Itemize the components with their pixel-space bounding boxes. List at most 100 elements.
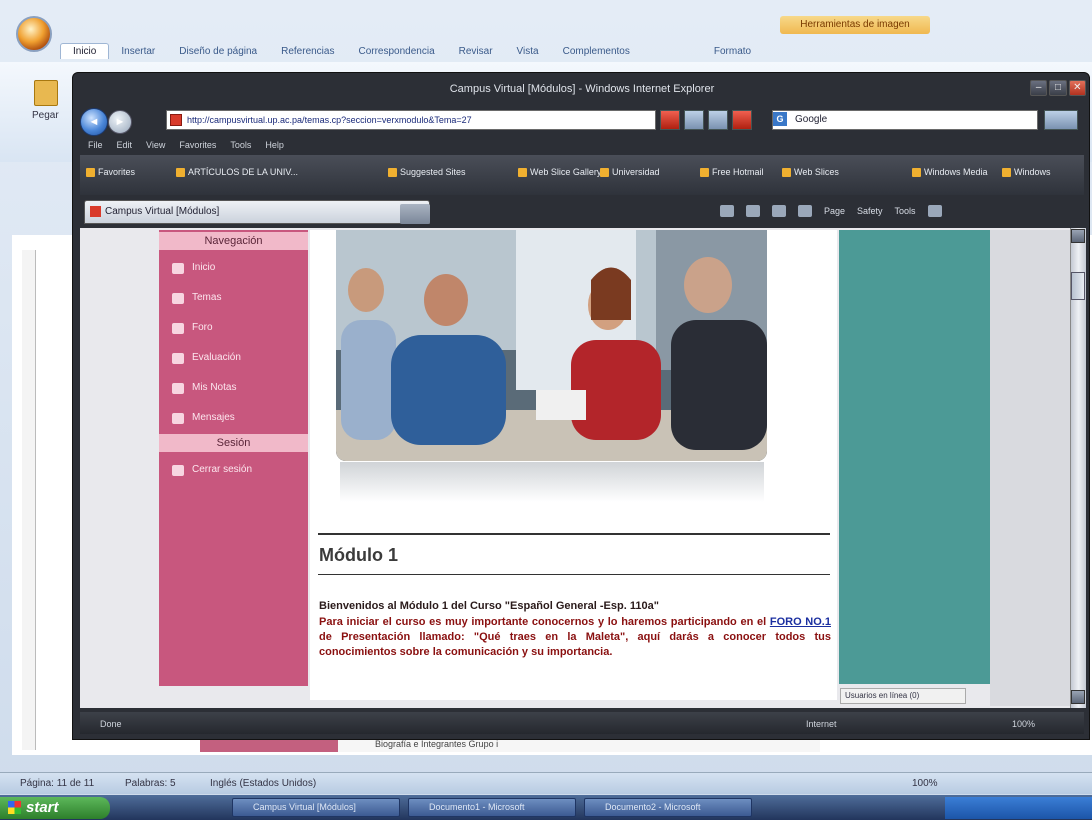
sidebar-item-notas[interactable]: Mis Notas <box>172 382 237 394</box>
sidebar-header-navegacion: Navegación <box>159 232 308 250</box>
compat-view-icon[interactable] <box>684 110 704 130</box>
ribbon-tab-complementos[interactable]: Complementos <box>551 44 642 59</box>
fav-webslice[interactable]: Web Slice Gallery <box>518 167 601 177</box>
ribbon-tab-referencias[interactable]: Referencias <box>269 44 346 59</box>
welcome-text: Bienvenidos al Módulo 1 del Curso "Españ… <box>319 600 659 612</box>
foro-link[interactable]: FORO NO.1 <box>770 616 831 628</box>
menu-view[interactable]: View <box>146 137 165 153</box>
sidebar-item-foro[interactable]: Foro <box>172 322 213 334</box>
ribbon-tab-inicio[interactable]: Inicio <box>60 43 110 59</box>
home-icon[interactable] <box>720 205 734 217</box>
new-tab-button[interactable] <box>400 204 430 224</box>
sidebar-item-label: Mis Notas <box>192 382 237 393</box>
sidebar-item-inicio[interactable]: Inicio <box>172 262 215 274</box>
taskbar-item-word2[interactable]: Documento2 - Microsoft <box>584 798 752 817</box>
vertical-scrollbar[interactable] <box>1070 228 1086 708</box>
mail-icon[interactable] <box>772 205 786 217</box>
sidebar-header-sesion: Sesión <box>159 434 308 452</box>
feeds-icon[interactable] <box>746 205 760 217</box>
sidebar-item-mensajes[interactable]: Mensajes <box>172 412 235 424</box>
print-icon[interactable] <box>798 205 812 217</box>
status-page[interactable]: Página: 11 de 11 <box>20 778 94 789</box>
sidebar-item-evaluacion[interactable]: Evaluación <box>172 352 241 364</box>
ribbon-tab-revisar[interactable]: Revisar <box>447 44 505 59</box>
paste-label[interactable]: Pegar <box>32 110 59 121</box>
cmd-tools[interactable]: Tools <box>895 206 916 216</box>
ribbon-tab-insertar[interactable]: Insertar <box>109 44 167 59</box>
security-icon[interactable] <box>660 110 680 130</box>
status-zone: Internet <box>806 719 837 729</box>
scroll-thumb[interactable] <box>1071 272 1085 300</box>
fav-favorites[interactable]: Favorites <box>86 167 135 177</box>
fav-windows[interactable]: Windows <box>1002 167 1051 177</box>
sidebar-item-label: Mensajes <box>192 412 235 423</box>
system-tray <box>945 797 1092 819</box>
sidebar-item-temas[interactable]: Temas <box>172 292 221 304</box>
command-bar: Page Safety Tools <box>720 200 1080 222</box>
sidebar-item-label: Evaluación <box>192 352 241 363</box>
sidebar-item-label: Cerrar sesión <box>192 464 253 475</box>
minimize-icon[interactable]: – <box>1030 80 1048 96</box>
ribbon-tab-formato[interactable]: Formato <box>702 44 763 59</box>
forward-arrow-icon[interactable]: ► <box>108 110 132 134</box>
taskbar-item-ie[interactable]: Campus Virtual [Módulos] <box>232 798 400 817</box>
intro-paragraph: Para iniciar el curso es muy importante … <box>319 615 831 660</box>
search-go-button[interactable] <box>1044 110 1078 130</box>
fav-hotmail[interactable]: Free Hotmail <box>700 167 764 177</box>
status-language[interactable]: Inglés (Estados Unidos) <box>210 778 316 789</box>
search-input[interactable]: Google <box>772 110 1038 130</box>
page-title: Módulo 1 <box>319 545 398 565</box>
logout-icon <box>172 465 184 476</box>
contextual-tab-label[interactable]: Herramientas de imagen <box>780 16 930 34</box>
status-text: Done <box>100 719 122 729</box>
taskbar-item-word1[interactable]: Documento1 - Microsoft <box>408 798 576 817</box>
check-icon <box>172 353 184 364</box>
windows-flag-icon <box>8 801 21 814</box>
menu-bar: File Edit View Favorites Tools Help <box>80 137 1084 153</box>
menu-favorites[interactable]: Favorites <box>179 137 216 153</box>
menu-file[interactable]: File <box>88 137 103 153</box>
ribbon-tab-diseno[interactable]: Diseño de página <box>167 44 269 59</box>
divider-bottom <box>318 574 830 575</box>
fav-webslices[interactable]: Web Slices <box>782 167 839 177</box>
close-icon[interactable]: ✕ <box>1068 80 1086 96</box>
ie-status-bar <box>80 712 1084 734</box>
scroll-down-icon[interactable] <box>1071 690 1085 704</box>
browser-tab[interactable]: Campus Virtual [Módulos] <box>84 200 430 224</box>
page-margin <box>990 230 1070 706</box>
word-status-bar: Página: 11 de 11 Palabras: 5 Inglés (Est… <box>0 772 1092 794</box>
paste-icon[interactable] <box>34 80 58 106</box>
scroll-up-icon[interactable] <box>1071 229 1085 243</box>
photo-reflection <box>340 462 764 502</box>
stop-icon[interactable] <box>732 110 752 130</box>
cmd-safety[interactable]: Safety <box>857 206 883 216</box>
maximize-icon[interactable]: □ <box>1049 80 1067 96</box>
refresh-icon[interactable] <box>708 110 728 130</box>
status-zoom-ie[interactable]: 100% <box>1012 719 1035 729</box>
office-button-icon[interactable] <box>16 16 52 52</box>
window-title: Campus Virtual [Módulos] - Windows Inter… <box>449 83 715 95</box>
fav-universidad[interactable]: Universidad <box>600 167 660 177</box>
status-zoom[interactable]: 100% <box>912 778 938 789</box>
address-buttons <box>660 110 764 130</box>
home-icon <box>172 263 184 274</box>
ribbon-tab-vista[interactable]: Vista <box>505 44 551 59</box>
menu-help[interactable]: Help <box>265 137 284 153</box>
menu-tools[interactable]: Tools <box>230 137 251 153</box>
banner-photo <box>336 230 767 461</box>
sidebar-item-logout[interactable]: Cerrar sesión <box>172 464 253 476</box>
status-words[interactable]: Palabras: 5 <box>125 778 176 789</box>
fav-media[interactable]: Windows Media <box>912 167 988 177</box>
menu-edit[interactable]: Edit <box>117 137 133 153</box>
help-icon[interactable] <box>927 205 942 217</box>
intro-text-before: Para iniciar el curso es muy importante … <box>319 616 770 628</box>
address-bar[interactable]: http://campusvirtual.up.ac.pa/temas.cp?s… <box>166 110 656 130</box>
tab-favicon-icon <box>90 206 101 217</box>
back-arrow-icon[interactable]: ◄ <box>80 108 108 136</box>
fav-articulos[interactable]: ARTÍCULOS DE LA UNIV... <box>176 167 298 177</box>
intro-text-after: de Presentación llamado: "Qué traes en l… <box>319 631 831 658</box>
ribbon-tab-correspondencia[interactable]: Correspondencia <box>346 44 446 59</box>
fav-suggested[interactable]: Suggested Sites <box>388 167 466 177</box>
online-users-label[interactable]: Usuarios en línea (0) <box>840 688 966 704</box>
cmd-page[interactable]: Page <box>824 206 845 216</box>
